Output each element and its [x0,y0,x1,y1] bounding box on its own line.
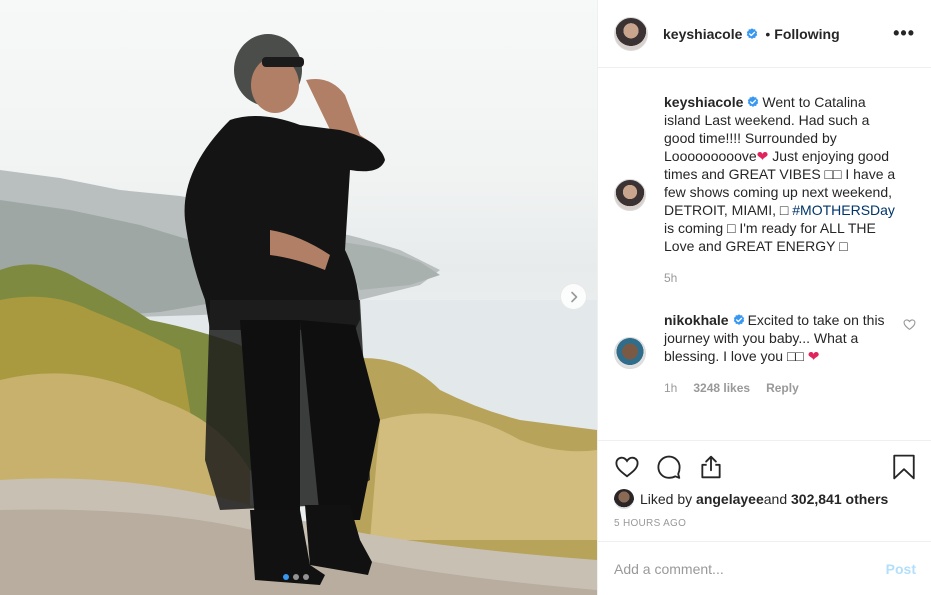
carousel-dot-2 [293,574,299,580]
reply-body: nikokhale Excited to take on this journey… [664,311,899,397]
caption-avatar[interactable] [614,179,646,211]
post-side-panel: keyshiacole • Following ••• keyshiacole W… [597,0,931,595]
photo-scene [0,34,597,595]
comment-button[interactable] [656,454,682,480]
carousel-indicator [283,574,309,580]
comment-input[interactable] [614,560,886,577]
comments-section[interactable]: keyshiacole Went to Catalina island Last … [598,69,931,439]
verified-badge-icon [733,314,744,325]
share-upload-icon [701,455,721,479]
caption-time: 5h [664,271,678,285]
carousel-dot-3 [303,574,309,580]
reply-comment: nikokhale Excited to take on this journey… [614,311,916,397]
heart-outline-icon[interactable] [903,318,916,331]
caption-username[interactable]: keyshiacole [664,94,743,110]
liked-by-prefix: Liked by [640,491,693,507]
carousel-next-button[interactable] [560,283,587,310]
post-header: keyshiacole • Following ••• [598,0,931,68]
bookmark-icon [893,454,915,480]
reply-avatar[interactable] [614,337,646,369]
action-icons-row [614,451,916,483]
reply-button[interactable]: Reply [766,379,799,397]
chevron-right-icon [570,291,577,302]
more-options-button[interactable]: ••• [893,23,915,44]
liker-avatar[interactable] [614,489,634,509]
post-comment-button[interactable]: Post [886,561,916,577]
reply-meta: 1h 3248 likes Reply [664,379,899,397]
liked-by-user[interactable]: angelayee [696,491,764,507]
caption-body: keyshiacole Went to Catalina island Last … [664,93,899,287]
reply-username[interactable]: nikokhale [664,312,729,328]
author-avatar[interactable] [614,16,648,51]
add-comment-bar: Post [598,541,931,595]
liked-by-others[interactable]: 302,841 others [791,491,888,507]
caption-avatar-wrap [614,179,646,287]
post-timestamp[interactable]: 5 HOURS AGO [614,518,916,529]
hashtag-link[interactable]: #MOTHERSDay [792,202,895,218]
save-button[interactable] [892,454,916,480]
header-separator: • [765,25,771,42]
post-actions: Liked by angelayee and 302,841 others 5 … [598,440,931,529]
caption-meta: 5h [664,269,899,287]
liked-by-row: Liked by angelayee and 302,841 others [614,489,916,509]
like-button[interactable] [614,454,640,480]
red-heart-emoji-icon: ❤ [756,148,769,164]
heart-outline-icon [615,456,639,478]
red-heart-emoji-icon: ❤ [807,348,820,364]
carousel-dot-1 [283,574,289,580]
post-photo[interactable] [0,0,597,595]
reply-avatar-wrap [614,337,646,397]
following-button[interactable]: Following [774,26,839,42]
reply-time: 1h [664,381,678,395]
caption-comment: keyshiacole Went to Catalina island Last … [614,93,916,287]
author-username[interactable]: keyshiacole [663,26,742,42]
instagram-post: keyshiacole • Following ••• keyshiacole W… [0,0,931,595]
caption-text-3: is coming □ I'm ready for ALL THE Love a… [664,220,876,254]
verified-badge-icon [748,96,759,107]
liked-by-connector: and [763,491,788,507]
share-button[interactable] [698,454,724,480]
verified-badge-icon [747,27,758,39]
speech-bubble-icon [657,455,681,479]
reply-likes[interactable]: 3248 likes [693,379,750,397]
